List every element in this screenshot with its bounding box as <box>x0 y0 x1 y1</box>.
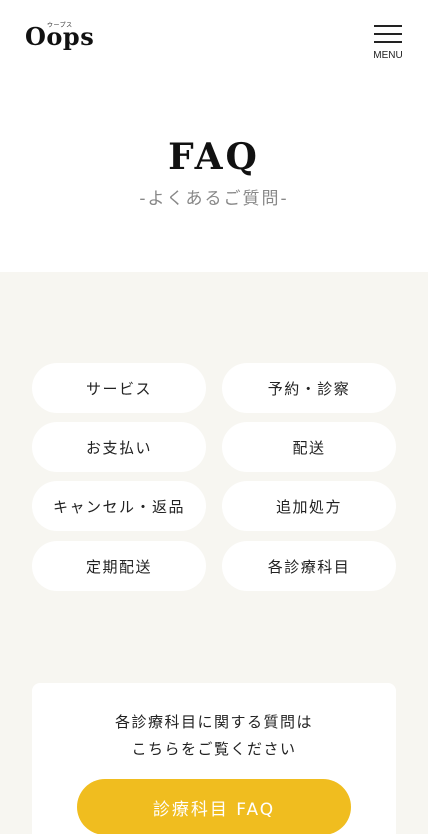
card-text-line1: 各診療科目に関する質問は <box>114 713 313 731</box>
category-subscription[interactable]: 定期配送 <box>32 541 206 591</box>
menu-label: MENU <box>373 50 403 61</box>
category-reservation[interactable]: 予約・診察 <box>222 363 396 413</box>
category-cancel-return[interactable]: キャンセル・返品 <box>32 481 206 531</box>
category-additional-prescription[interactable]: 追加処方 <box>222 481 396 531</box>
category-service[interactable]: サービス <box>32 363 206 413</box>
header: Oops ウープス MENU FAQ -よくあるご質問- <box>0 0 428 272</box>
category-delivery[interactable]: 配送 <box>222 422 396 472</box>
logo-ruby: ウープス <box>47 22 73 29</box>
hamburger-icon-bar-2 <box>374 33 402 35</box>
card-text-line2: こちらをご覧ください <box>131 740 297 758</box>
hamburger-icon-bar-3 <box>374 41 402 43</box>
menu-button[interactable]: MENU <box>370 22 406 64</box>
page-subtitle: -よくあるご質問- <box>139 189 289 209</box>
category-departments[interactable]: 各診療科目 <box>222 541 396 591</box>
hamburger-icon <box>374 25 402 27</box>
department-faq-button[interactable]: 診療科目 FAQ <box>77 779 351 834</box>
category-payment[interactable]: お支払い <box>32 422 206 472</box>
page-title: FAQ <box>168 136 260 178</box>
